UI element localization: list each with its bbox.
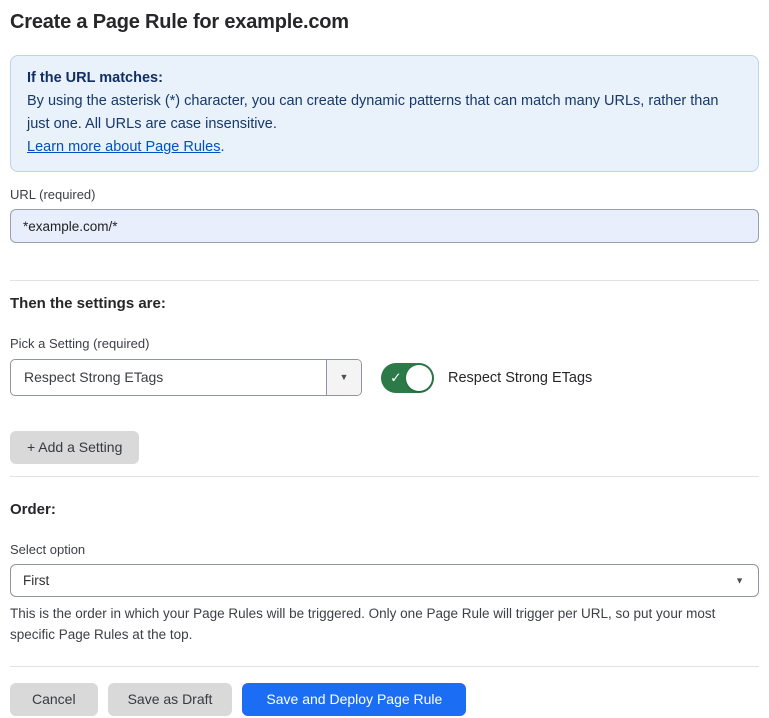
page-title: Create a Page Rule for example.com [10,11,759,34]
order-select-value: First [11,573,61,588]
url-field-label: URL (required) [10,187,759,202]
toggle-knob [406,365,432,391]
settings-section-heading: Then the settings are: [10,295,759,312]
info-box-heading: If the URL matches: [27,67,742,90]
order-section-heading: Order: [10,501,759,518]
pick-setting-label: Pick a Setting (required) [10,336,759,351]
section-divider [10,476,759,477]
setting-select-value: Respect Strong ETags [11,360,326,395]
setting-select[interactable]: Respect Strong ETags ▼ [10,359,362,396]
setting-select-arrow-button[interactable]: ▼ [326,360,361,395]
checkmark-icon: ✓ [390,369,402,386]
order-help-text: This is the order in which your Page Rul… [10,603,755,645]
link-suffix: . [220,139,224,155]
add-setting-button[interactable]: + Add a Setting [10,431,139,464]
setting-row: Respect Strong ETags ▼ ✓ Respect Strong … [10,359,759,396]
section-divider [10,280,759,281]
order-select-label: Select option [10,542,759,557]
cancel-button[interactable]: Cancel [10,683,98,716]
chevron-down-icon: ▼ [340,373,349,382]
save-and-deploy-button[interactable]: Save and Deploy Page Rule [242,683,466,716]
footer-divider [10,666,759,667]
order-select[interactable]: First ▼ [10,564,759,597]
info-box-body: By using the asterisk (*) character, you… [27,90,742,136]
url-input[interactable] [10,209,759,243]
setting-toggle-label: Respect Strong ETags [448,370,592,386]
chevron-down-icon: ▼ [735,576,744,585]
save-as-draft-button[interactable]: Save as Draft [108,683,233,716]
info-box-link-line: Learn more about Page Rules. [27,136,742,159]
learn-more-link[interactable]: Learn more about Page Rules [27,139,220,155]
url-match-info-box: If the URL matches: By using the asteris… [10,55,759,172]
page-rule-form: Create a Page Rule for example.com If th… [0,0,769,716]
footer-actions: Cancel Save as Draft Save and Deploy Pag… [10,683,759,716]
setting-toggle[interactable]: ✓ [381,363,434,393]
